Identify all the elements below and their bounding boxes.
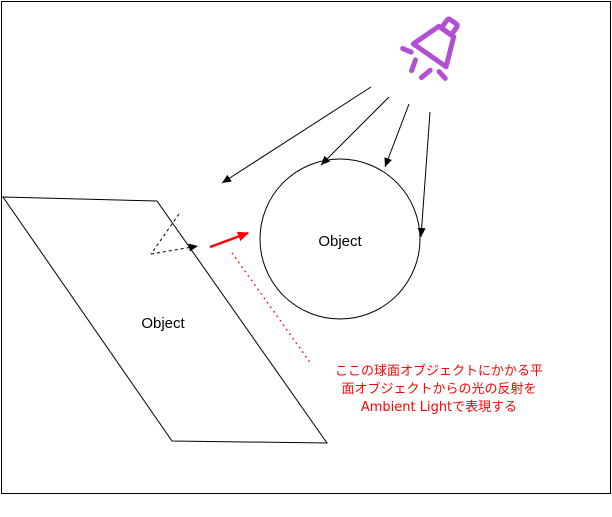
plane-object-label: Object (141, 315, 185, 332)
ambient-light-diagram: Object Object ここの球面オブジェクトにかかる平 面オブジェクトから… (1, 1, 611, 494)
annotation-line-2: 面オブジェクトからの光の反射を (341, 381, 536, 397)
annotation-line-1: ここの球面オブジェクトにかかる平 (335, 363, 543, 379)
annotation-line-3: Ambient Lightで表現する (361, 400, 517, 415)
sphere-object-label: Object (318, 233, 362, 250)
